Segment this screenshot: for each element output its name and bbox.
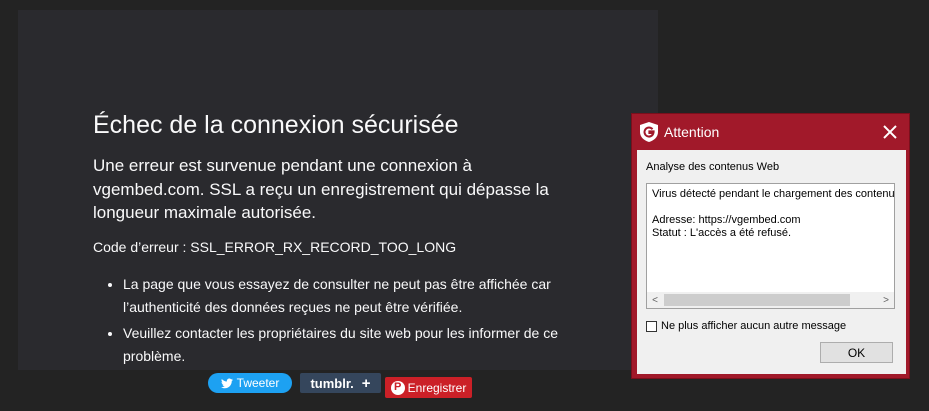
error-bullet-list: La page que vous essayez de consulter ne… [93,273,613,371]
pinterest-save-label: Enregistrer [407,380,467,395]
close-icon[interactable] [880,122,900,142]
message-line: Statut : L'accès a été refusé. [652,227,792,239]
message-line: Adresse: https://vgembed.com [652,214,801,226]
scroll-left-arrow-icon[interactable]: < [647,292,663,308]
section-label: Analyse des contenus Web [646,161,780,173]
dont-show-again-checkbox[interactable] [646,320,657,332]
gdata-shield-icon [640,122,658,142]
dont-show-again-label: Ne plus afficher aucun autre message [661,320,847,332]
error-description: Une erreur est survenue pendant une conn… [93,156,549,222]
ok-button[interactable]: OK [820,342,893,363]
antivirus-alert-dialog: Attention Analyse des contenus Web Virus… [631,113,910,379]
error-bullet-item: La page que vous essayez de consulter ne… [123,273,613,318]
tumblr-share-button[interactable]: tumblr. + [300,373,381,393]
message-textbox[interactable]: Virus détecté pendant le chargement des … [646,183,895,309]
dialog-body: Analyse des contenus Web Virus détecté p… [637,150,906,374]
twitter-bird-icon [220,378,233,388]
tweet-button[interactable]: Tweeter [208,373,292,393]
message-line: Virus détecté pendant le chargement des … [652,188,895,200]
dialog-title: Attention [664,124,720,140]
tweet-button-label: Tweeter [236,376,280,390]
error-bullet-item: Veuillez contacter les propriétaires du … [123,322,613,367]
pinterest-save-button[interactable]: P Enregistrer [385,377,472,398]
plus-icon: + [361,374,371,392]
tumblr-logo: tumblr. [310,375,354,391]
error-code: Code d’erreur : SSL_ERROR_RX_RECORD_TOO_… [93,239,457,255]
pinterest-icon: P [390,380,405,395]
dialog-titlebar[interactable]: Attention [632,114,909,150]
scrollbar-thumb[interactable] [664,294,850,306]
error-panel: Échec de la connexion sécurisée Une erre… [18,10,658,370]
scroll-right-arrow-icon[interactable]: > [878,292,894,308]
error-title: Échec de la connexion sécurisée [93,111,459,139]
horizontal-scrollbar[interactable]: < > [647,292,894,308]
dont-show-again-row[interactable]: Ne plus afficher aucun autre message [646,320,846,332]
